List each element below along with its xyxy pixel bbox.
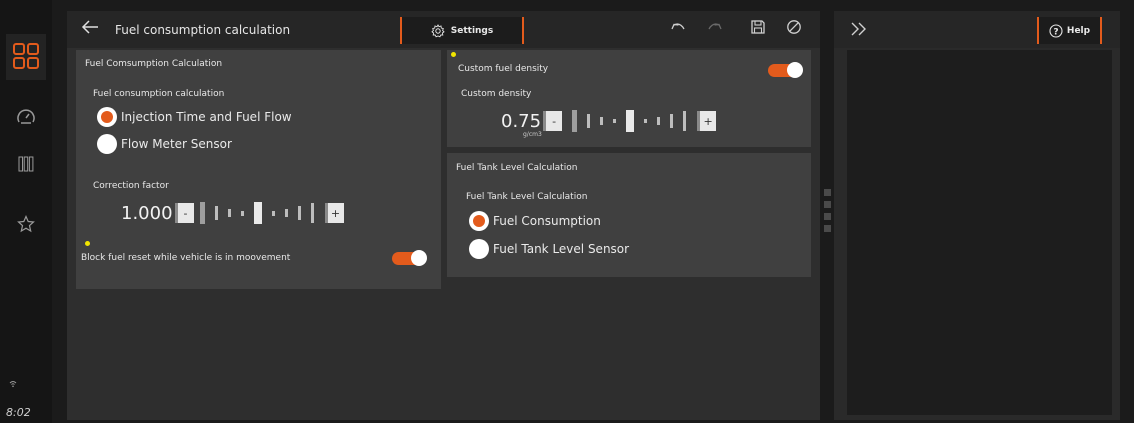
panel-resize-handle[interactable] (824, 189, 831, 196)
cancel-icon (787, 20, 801, 34)
svg-text:?: ? (1053, 27, 1058, 37)
stepper-tick (227, 209, 231, 217)
custom-density-label: Custom density (461, 89, 532, 99)
correction-factor-label: Correction factor (93, 181, 169, 191)
stepper-tick (613, 119, 617, 123)
stepper-tick (240, 210, 244, 216)
help-button[interactable]: ? Help (1037, 17, 1102, 44)
stepper-tick (644, 119, 648, 123)
stepper-tick (297, 206, 301, 220)
favorites-button[interactable] (10, 208, 42, 240)
stepper-tick (310, 203, 314, 223)
correction-decrement-button[interactable]: - (174, 203, 194, 223)
gauge-icon (17, 109, 35, 124)
left-rail: 8:02 (0, 0, 52, 423)
help-label: Help (1066, 25, 1091, 36)
redo-button[interactable] (707, 20, 723, 38)
fuel-tank-level-card: Fuel Tank Level Calculation Fuel Tank Le… (447, 153, 811, 277)
page-header: Fuel consumption calculation Settings (67, 11, 820, 48)
columns-icon (18, 156, 34, 172)
settings-label: Settings (450, 25, 494, 36)
radio-fuel-tank-sensor[interactable]: Fuel Tank Level Sensor (469, 239, 629, 259)
wifi-icon (9, 380, 17, 391)
block-reset-label: Block fuel reset while vehicle is in moo… (81, 253, 291, 263)
density-decrement-button[interactable]: - (543, 111, 563, 131)
custom-density-stepper[interactable]: 0.75 g/cm3 - + (501, 109, 717, 138)
save-icon (751, 20, 765, 34)
change-indicator-dot (85, 241, 90, 246)
radio-fuel-consumption-label: Fuel Consumption (493, 214, 601, 228)
correction-increment-button[interactable]: + (324, 203, 344, 223)
expand-icon (851, 22, 866, 36)
stepper-tick (271, 210, 275, 216)
radio-flow-meter[interactable]: Flow Meter Sensor (97, 134, 232, 154)
radio-flow-meter-label: Flow Meter Sensor (121, 137, 232, 151)
stepper-tick (670, 114, 674, 128)
radio-unselected-indicator[interactable] (469, 239, 489, 259)
settings-button[interactable]: Settings (400, 17, 524, 44)
clock-time: 8:02 (6, 406, 31, 419)
stepper-tick (284, 209, 288, 217)
gauge-button[interactable] (10, 101, 42, 133)
page-title: Fuel consumption calculation (115, 23, 291, 37)
density-value: 0.75 (501, 110, 542, 132)
apps-button[interactable] (10, 40, 42, 72)
custom-fuel-density-toggle[interactable] (768, 62, 803, 78)
density-unit: g/cm3 (523, 130, 542, 138)
correction-factor-stepper[interactable]: 1.000 - + (121, 201, 344, 225)
save-button[interactable] (750, 19, 766, 39)
stepper-min-mark (199, 202, 205, 224)
app-root: 8:02 Fuel consumption calculation Settin… (0, 0, 1134, 423)
stepper-tick (683, 111, 687, 131)
panel-resize-handle[interactable] (824, 213, 831, 220)
panel-resize-handle[interactable] (824, 225, 831, 232)
tank-card-title: Fuel Tank Level Calculation (456, 163, 578, 173)
radio-selected-indicator[interactable] (469, 211, 489, 231)
custom-density-card: Custom fuel density Custom density 0.75 … (447, 50, 811, 147)
right-panel-header: ? Help (834, 11, 1120, 48)
density-value-group: 0.75 g/cm3 (501, 110, 542, 138)
radio-fuel-tank-sensor-label: Fuel Tank Level Sensor (493, 242, 630, 256)
help-content-area (847, 50, 1112, 415)
apps-icon (13, 43, 39, 69)
fuel-card-title: Fuel Comsumption Calculation (85, 59, 223, 69)
fuel-consumption-card: Fuel Comsumption Calculation Fuel consum… (76, 50, 441, 289)
stepper-thumb[interactable] (253, 202, 262, 224)
radio-injection-time-label: Injection Time and Fuel Flow (121, 110, 292, 124)
undo-button[interactable] (670, 20, 686, 38)
stepper-thumb[interactable] (626, 110, 635, 132)
radio-unselected-indicator[interactable] (97, 134, 117, 154)
stepper-min-mark (572, 110, 578, 132)
cancel-button[interactable] (786, 19, 802, 39)
main-panel: Fuel consumption calculation Settings Fu… (67, 11, 820, 420)
back-button[interactable] (81, 19, 99, 40)
radio-fuel-consumption[interactable]: Fuel Consumption (469, 211, 601, 231)
change-indicator-dot (451, 52, 456, 57)
expand-panel-button[interactable] (850, 21, 868, 41)
panel-resize-handle[interactable] (824, 201, 831, 208)
stepper-tick (214, 206, 218, 220)
gear-icon (431, 23, 445, 37)
density-increment-button[interactable]: + (697, 111, 717, 131)
custom-fuel-density-label: Custom fuel density (458, 64, 549, 74)
tank-group-label: Fuel Tank Level Calculation (466, 192, 588, 202)
radio-selected-indicator[interactable] (97, 107, 117, 127)
star-icon (17, 215, 35, 233)
columns-button[interactable] (10, 148, 42, 180)
back-arrow-icon (81, 20, 98, 34)
correction-factor-value: 1.000 (121, 202, 173, 224)
stepper-tick (600, 117, 604, 125)
right-panel: ? Help (834, 11, 1120, 420)
radio-injection-time[interactable]: Injection Time and Fuel Flow (97, 107, 292, 127)
redo-icon (708, 23, 722, 30)
block-reset-toggle[interactable] (392, 250, 427, 266)
help-icon: ? (1049, 23, 1063, 38)
stepper-tick (587, 114, 591, 128)
fuel-group-label: Fuel consumption calculation (93, 89, 225, 99)
stepper-tick (657, 117, 661, 125)
undo-icon (671, 23, 685, 30)
